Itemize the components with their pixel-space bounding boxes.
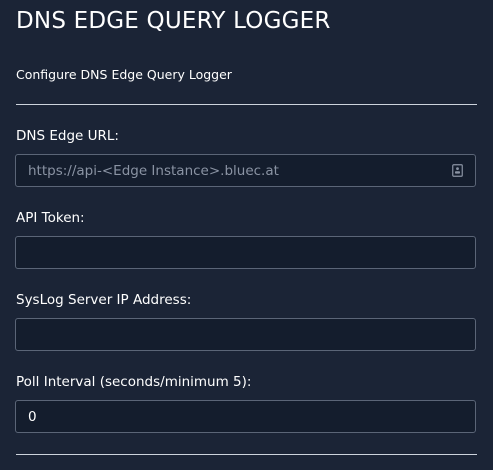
poll-interval-label: Poll Interval (seconds/minimum 5): (16, 374, 252, 390)
dns-edge-url-placeholder: https://api-<Edge Instance>.bluec.at (28, 162, 279, 179)
contact-card-icon[interactable] (452, 164, 463, 177)
query-logger-page: DNS EDGE QUERY LOGGER Configure DNS Edge… (0, 0, 493, 470)
poll-interval-value: 0 (28, 408, 37, 425)
syslog-server-field[interactable] (15, 318, 476, 351)
page-subtitle: Configure DNS Edge Query Logger (16, 67, 232, 82)
footer-divider (16, 454, 477, 455)
syslog-server-label: SysLog Server IP Address: (16, 292, 192, 308)
api-token-label: API Token: (16, 210, 85, 226)
page-title: DNS EDGE QUERY LOGGER (16, 8, 331, 34)
header-divider (16, 104, 477, 105)
api-token-field[interactable] (15, 236, 476, 269)
dns-edge-url-label: DNS Edge URL: (16, 128, 119, 144)
poll-interval-field[interactable]: 0 (15, 400, 476, 433)
dns-edge-url-field[interactable]: https://api-<Edge Instance>.bluec.at (15, 154, 476, 187)
